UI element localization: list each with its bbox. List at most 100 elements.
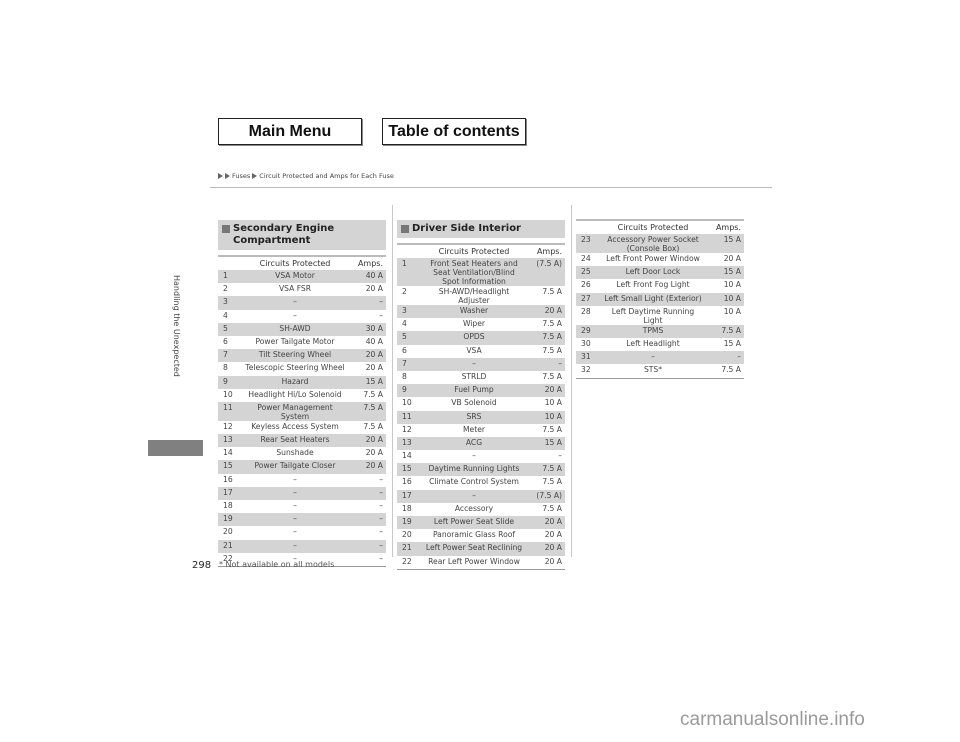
amperage: 7.5 A [542, 424, 562, 434]
fuse-number: 11 [397, 410, 422, 424]
table-row: 24 Left Front Power Window 20 A [576, 253, 744, 266]
col-amps: Amps. [347, 255, 386, 270]
circuit-name: Left Daytime Running Light [611, 306, 695, 325]
fuse-number: 5 [397, 331, 422, 345]
section-square-icon [222, 225, 230, 233]
fuse-number: 3 [397, 305, 422, 319]
table-row: 12 Keyless Access System 7.5 A [218, 421, 386, 434]
col-amps: Amps. [705, 219, 744, 234]
amperage: – [347, 513, 386, 527]
amperage: 10 A [705, 292, 744, 306]
fuse-number: 24 [581, 254, 591, 263]
col-circuits: Circuits Protected [422, 243, 526, 258]
fuse-number: 19 [218, 513, 243, 527]
circuit-name: Power Tailgate Closer [243, 460, 347, 474]
table-row: 5 SH-AWD 30 A [218, 322, 386, 336]
fuse-number: 17 [218, 486, 243, 500]
fuse-number: 14 [402, 451, 412, 461]
circuit-name: – [243, 296, 347, 310]
circuit-name: Wiper [462, 319, 486, 329]
chapter-tab[interactable] [148, 440, 203, 456]
circuit-name: Tilt Steering Wheel [243, 349, 347, 363]
fuse-number: 2 [223, 284, 228, 294]
table-row: 19 Left Power Seat Slide 20 A [397, 516, 565, 530]
circuit-name: VSA [466, 345, 482, 355]
amperage: – [558, 451, 562, 461]
table-row: 2 SH-AWD/Headlight Adjuster 7.5 A [397, 286, 565, 305]
circuit-name: SRS [422, 410, 526, 424]
circuit-name: Accessory [454, 503, 494, 513]
circuit-name: Rear Seat Heaters [243, 434, 347, 448]
fuse-table: Circuits Protected Amps. 23 Accessory Pow… [576, 219, 744, 379]
fuse-number: 20 [402, 530, 412, 540]
circuit-name: Left Small Light (Exterior) [601, 292, 705, 306]
table-row: 16 Climate Control System 7.5 A [397, 476, 565, 489]
fuse-table: Circuits Protected Amps. 1 VSA Motor 40 A2… [218, 255, 386, 567]
amperage: 7.5 A [526, 331, 565, 345]
table-row: 8 Telescopic Steering Wheel 20 A [218, 362, 386, 375]
fuse-number: 18 [223, 501, 233, 510]
fuse-number: 28 [581, 306, 591, 316]
driver-side-section: Driver Side Interior Circuits Protected … [397, 220, 565, 570]
table-row: 21 Left Power Seat Reclining 20 A [397, 542, 565, 556]
circuit-name: Keyless Access System [251, 421, 339, 431]
table-of-contents-button[interactable]: Table of contents [382, 118, 526, 145]
fuse-number: 26 [581, 280, 591, 290]
col-circuits: Circuits Protected [601, 219, 705, 234]
table-row: 26 Left Front Fog Light 10 A [576, 279, 744, 292]
circuit-name: TPMS [601, 324, 705, 338]
table-row: 9 Fuel Pump 20 A [397, 384, 565, 398]
table-row: 10 Headlight Hi/Lo Solenoid 7.5 A [218, 389, 386, 402]
circuit-name: – [243, 539, 347, 553]
chapter-label-text: Handling the Unexpected [172, 275, 181, 377]
circuit-name: Headlight Hi/Lo Solenoid [248, 389, 342, 399]
section-square-icon [401, 225, 409, 233]
table-row: 14 – – [397, 450, 565, 463]
fuse-number: 6 [223, 336, 228, 346]
fuse-number: 30 [581, 338, 591, 348]
amperage: (7.5 A) [526, 489, 565, 503]
circuit-name: Left Power Seat Reclining [422, 542, 526, 556]
circuit-name: Washer [422, 305, 526, 319]
breadcrumb: Fuses Circuit Protected and Amps for Eac… [218, 172, 394, 180]
table-row: 27 Left Small Light (Exterior) 10 A [576, 292, 744, 306]
amperage: 7.5 A [705, 324, 744, 338]
fuse-number: 10 [223, 389, 233, 399]
circuit-name: Meter [463, 424, 485, 434]
circuit-name: – [422, 357, 526, 371]
fuse-number: 3 [218, 296, 243, 310]
chapter-label: Handling the Unexpected [171, 275, 183, 425]
circuit-name: Daytime Running Lights [422, 463, 526, 477]
column-divider [571, 205, 572, 557]
circuit-name: Left Front Fog Light [616, 280, 690, 290]
table-row: 6 Power Tailgate Motor 40 A [218, 336, 386, 349]
circuit-name: – [293, 310, 297, 320]
table-row: 18 Accessory 7.5 A [397, 503, 565, 516]
table-row: 1 Front Seat Heaters and Seat Ventilation… [397, 258, 565, 286]
table-row: 21– – [218, 539, 386, 553]
amperage: – [347, 552, 386, 567]
amperage: 15 A [526, 436, 565, 451]
breadcrumb-item-fuses[interactable]: Fuses [232, 172, 250, 180]
fuse-number: 21 [218, 539, 243, 553]
circuit-name: Fuel Pump [422, 384, 526, 398]
fuse-number: 32 [576, 364, 601, 379]
circuit-name: – [293, 474, 297, 484]
table-row: 7 Tilt Steering Wheel 20 A [218, 349, 386, 363]
table-row: 3 Washer 20 A [397, 305, 565, 319]
circuit-name: Sunshade [276, 448, 314, 458]
fuse-number: 7 [397, 357, 422, 371]
column-divider [392, 205, 393, 557]
amperage: – [379, 527, 383, 537]
fuse-number: 17 [397, 489, 422, 503]
amperage: – [379, 310, 383, 320]
table-row: 15 Daytime Running Lights 7.5 A [397, 463, 565, 477]
table-row: 20 Panoramic Glass Roof 20 A [397, 529, 565, 542]
amperage: 7.5 A [542, 477, 562, 487]
fuse-number: 18 [402, 503, 412, 513]
circuit-name: – [243, 513, 347, 527]
table-row: 17– – [218, 486, 386, 500]
circuit-name: – [243, 486, 347, 500]
fuse-number: 27 [576, 292, 601, 306]
main-menu-button[interactable]: Main Menu [218, 118, 362, 145]
